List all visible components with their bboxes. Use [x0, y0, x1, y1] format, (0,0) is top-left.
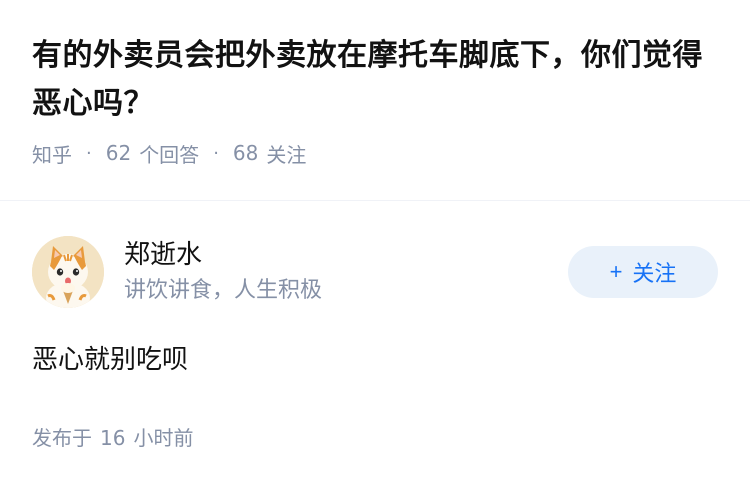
author-bio: 讲饮讲食，人生积极: [124, 278, 323, 303]
answer-timestamp: 发布于 16 小时前: [32, 424, 193, 452]
meta-separator: ·: [213, 142, 219, 164]
follow-button[interactable]: + 关注: [568, 246, 718, 298]
time-prefix: 发布于: [32, 426, 92, 450]
answers-count: 62: [105, 141, 132, 165]
plus-icon: +: [609, 259, 623, 284]
meta-separator: ·: [86, 142, 92, 164]
time-suffix: 小时前: [133, 426, 194, 450]
question-title[interactable]: 有的外卖员会把外卖放在摩托车脚底下，你们觉得恶心吗？: [32, 32, 718, 128]
author-info: 郑逝水 讲饮讲食，人生积极: [124, 238, 322, 306]
author-name[interactable]: 郑逝水: [124, 238, 322, 272]
author-row: 郑逝水 讲饮讲食，人生积极 + 关注: [32, 235, 718, 309]
question-meta: 知乎 · 62 个回答 · 68 关注: [32, 138, 718, 168]
question-header: 有的外卖员会把外卖放在摩托车脚底下，你们觉得恶心吗？ 知乎 · 62 个回答 ·…: [0, 0, 750, 168]
time-value: 16: [100, 426, 126, 450]
follows-count: 68: [232, 141, 259, 165]
answer-card: 郑逝水 讲饮讲食，人生积极 + 关注: [32, 235, 718, 309]
answer-content[interactable]: 恶心就别吃呗: [32, 342, 188, 378]
follow-button-label: 关注: [632, 261, 677, 286]
section-divider: [0, 200, 750, 201]
follows-label: 关注: [266, 142, 307, 167]
answers-label[interactable]: 个回答: [139, 139, 199, 168]
source-label[interactable]: 知乎: [32, 139, 72, 168]
cat-avatar-icon[interactable]: [32, 236, 104, 308]
